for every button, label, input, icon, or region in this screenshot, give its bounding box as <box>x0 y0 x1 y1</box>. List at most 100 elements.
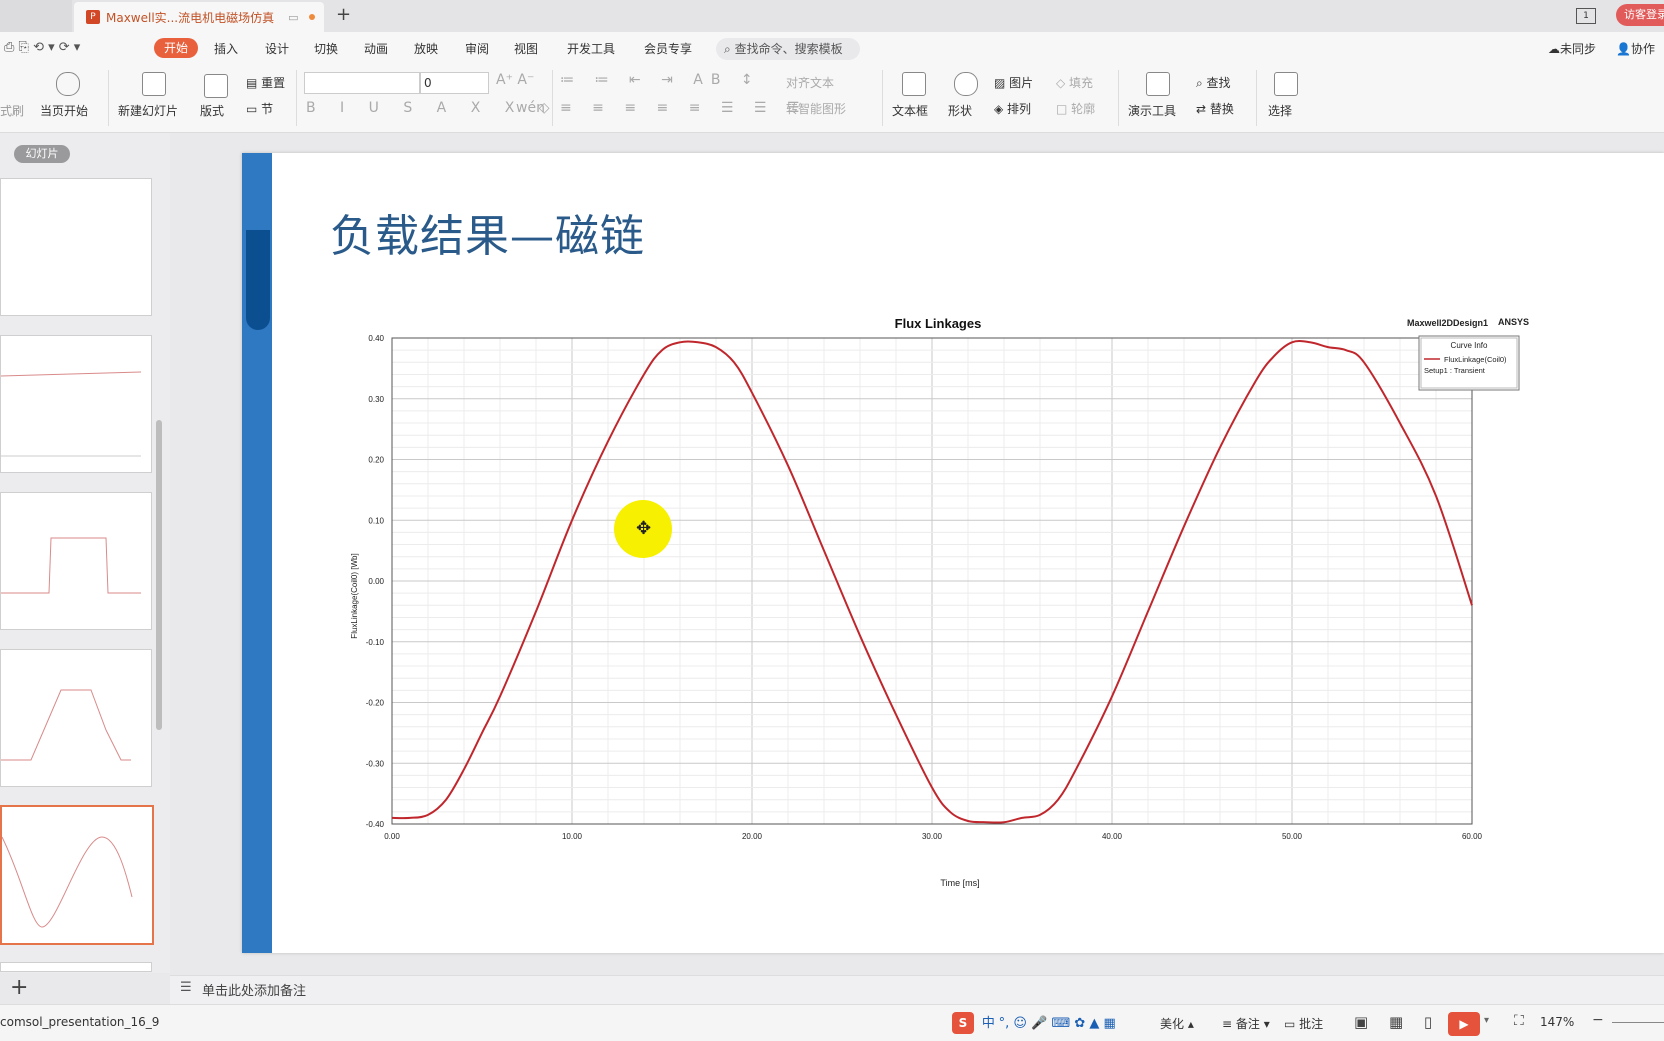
document-tab[interactable]: P Maxwell实...流电机电磁场仿真 ▭ <box>74 2 324 32</box>
zoom-slider[interactable] <box>1612 1022 1664 1023</box>
find-icon: ⌕ <box>1196 76 1207 90</box>
add-slide-plus-icon[interactable]: + <box>10 975 28 1000</box>
picture-label: 图片 <box>1009 76 1034 90</box>
presentation-icon: P <box>86 10 100 24</box>
legend-title: Curve Info <box>1451 341 1488 350</box>
menu-item-devtools[interactable]: 开发工具 <box>567 40 615 57</box>
slide-thumbnail-5[interactable] <box>0 805 154 945</box>
play-icon: ▶ <box>1459 1017 1469 1031</box>
arrange-label: 排列 <box>1007 102 1032 116</box>
slide-thumbnail-3[interactable] <box>0 492 152 630</box>
reset-icon: ▤ <box>246 76 262 90</box>
legend-entry: FluxLinkage(Coil0) <box>1444 355 1507 364</box>
sync-label: 未同步 <box>1560 42 1597 56</box>
new-tab-plus-icon[interactable]: + <box>336 4 351 25</box>
new-slide-button[interactable]: 新建幻灯片 <box>118 102 178 119</box>
chart-design-label: Maxwell2DDesign1 <box>1407 318 1488 328</box>
layout-icon <box>204 74 228 98</box>
menu-item-slideshow[interactable]: 放映 <box>414 40 438 57</box>
thumbnail-scrollbar[interactable] <box>156 420 162 730</box>
menu-item-design[interactable]: 设计 <box>265 40 289 57</box>
notes-placeholder[interactable]: 单击此处添加备注 <box>202 980 306 999</box>
presenter-tools-button[interactable]: 演示工具 <box>1128 102 1176 119</box>
annotate-label: 批注 <box>1299 1017 1324 1031</box>
collab-button[interactable]: 👤协作 <box>1616 40 1655 57</box>
quick-access-icons[interactable]: ⎙ ⎘ ⟲ ▾ ⟳ ▾ <box>4 40 80 55</box>
picture-button[interactable]: ▨ 图片 <box>994 74 1033 91</box>
window-count-badge[interactable]: 1 <box>1576 8 1596 24</box>
arrange-button[interactable]: ◈ 排列 <box>994 100 1031 117</box>
y-tick-label: -0.40 <box>366 820 385 829</box>
find-label: 查找 <box>1206 76 1231 90</box>
notes-bar[interactable] <box>170 975 1664 1004</box>
y-tick-label: -0.30 <box>366 759 385 768</box>
y-tick-labels: 0.40 0.30 0.20 0.10 0.00 -0.10 -0.20 -0.30 -0.40 <box>366 334 385 829</box>
x-tick-label: 40.00 <box>1102 832 1123 841</box>
find-button[interactable]: ⌕ 查找 <box>1196 74 1231 91</box>
flux-linkage-chart[interactable]: Flux Linkages Maxwell2DDesign1 ANSYS 0.4… <box>340 306 1540 906</box>
zoom-out-icon[interactable]: − <box>1592 1012 1604 1028</box>
menu-item-review[interactable]: 审阅 <box>465 40 489 57</box>
x-tick-label: 60.00 <box>1462 832 1483 841</box>
align-icons[interactable]: ≡ ≡ ≡ ≡ ≡ ☰ ☰ ☰ <box>560 100 807 116</box>
list-icons[interactable]: ≔ ≔ ⇤ ⇥ AB ↕ <box>560 72 761 88</box>
menu-item-start[interactable]: 开始 <box>154 38 198 58</box>
layout-button[interactable]: 版式 <box>200 102 224 119</box>
textbox-button[interactable]: 文本框 <box>892 102 928 119</box>
x-axis-label: Time [ms] <box>940 878 979 888</box>
sync-status[interactable]: ☁未同步 <box>1548 40 1596 57</box>
beautify-button[interactable]: 美化 ▴ <box>1160 1015 1194 1032</box>
outline-button[interactable]: □ 轮廓 <box>1056 100 1095 117</box>
font-size-select[interactable]: 0 <box>420 72 489 94</box>
slide-title[interactable]: 负载结果—磁链 <box>330 200 645 264</box>
reset-button[interactable]: ▤ 重置 <box>246 74 285 91</box>
select-icon <box>1274 72 1298 96</box>
menu-item-member[interactable]: 会员专享 <box>644 40 692 57</box>
menu-item-transition[interactable]: 切换 <box>314 40 338 57</box>
format-painter-button[interactable]: 式刷 <box>0 102 24 119</box>
play-slideshow-button[interactable]: ▶ <box>1448 1012 1480 1036</box>
comments-icon: ≡ <box>1222 1017 1236 1031</box>
menu-item-animation[interactable]: 动画 <box>364 40 388 57</box>
zoom-level[interactable]: 147% <box>1540 1015 1574 1029</box>
fill-button[interactable]: ◇ 填充 <box>1056 74 1093 91</box>
play-dropdown-icon[interactable]: ▾ <box>1484 1015 1489 1026</box>
slide-thumbnail-6[interactable] <box>0 962 152 972</box>
slide-thumbnail-4[interactable] <box>0 649 152 787</box>
font-family-select[interactable] <box>304 72 420 94</box>
thumbnail-5-plot <box>1 836 133 928</box>
replace-button[interactable]: ⇄ 替换 <box>1196 100 1234 117</box>
notes-icon: ☰ <box>180 980 192 995</box>
chart-legend[interactable]: Curve Info FluxLinkage(Coil0) Setup1 : T… <box>1418 335 1520 391</box>
guest-login-button[interactable]: 访客登录 <box>1616 4 1664 26</box>
section-button[interactable]: ▭ 节 <box>246 100 273 117</box>
font-grow-icon[interactable]: A⁺ A⁻ <box>496 72 534 88</box>
annotate-icon: ▭ <box>1284 1017 1300 1031</box>
presenter-tools-icon <box>1146 72 1170 96</box>
slide-thumbnail-2[interactable] <box>0 335 152 473</box>
slide-thumbnail-1[interactable] <box>0 178 152 316</box>
align-text-button[interactable]: 对齐文本 <box>786 74 834 91</box>
comments-label: 备注 <box>1235 1017 1260 1031</box>
fit-window-icon[interactable]: ⛶ <box>1514 1013 1524 1029</box>
phonetic-icon[interactable]: wén <box>516 100 545 116</box>
command-search-placeholder: 查找命令、搜索模板 <box>734 42 843 56</box>
smart-art-button[interactable]: 转智能图形 <box>786 100 846 117</box>
menu-item-insert[interactable]: 插入 <box>214 40 238 57</box>
command-search[interactable]: ⌕ 查找命令、搜索模板 <box>716 38 860 60</box>
menu-item-view[interactable]: 视图 <box>514 40 538 57</box>
view-mode-icons[interactable]: ▣ ▦ ▯ <box>1354 1013 1440 1031</box>
comments-button[interactable]: ≡ 备注 ▾ <box>1222 1015 1270 1032</box>
home-tab[interactable] <box>0 0 72 32</box>
chart-brand-label: ANSYS <box>1498 317 1529 327</box>
new-slide-icon <box>142 72 166 96</box>
select-button[interactable]: 选择 <box>1268 102 1292 119</box>
from-current-button[interactable]: 当页开始 <box>40 102 88 119</box>
shape-button[interactable]: 形状 <box>948 102 972 119</box>
x-tick-label: 50.00 <box>1282 832 1303 841</box>
ime-toolbar[interactable]: S 中 °, ☺ 🎤 ⌨ ✿ ▲ ▦ <box>952 1012 1182 1038</box>
y-tick-label: 0.40 <box>368 334 384 343</box>
beautify-label: 美化 <box>1160 1017 1185 1031</box>
ribbon-separator <box>108 70 109 126</box>
annotate-button[interactable]: ▭ 批注 <box>1284 1015 1323 1032</box>
